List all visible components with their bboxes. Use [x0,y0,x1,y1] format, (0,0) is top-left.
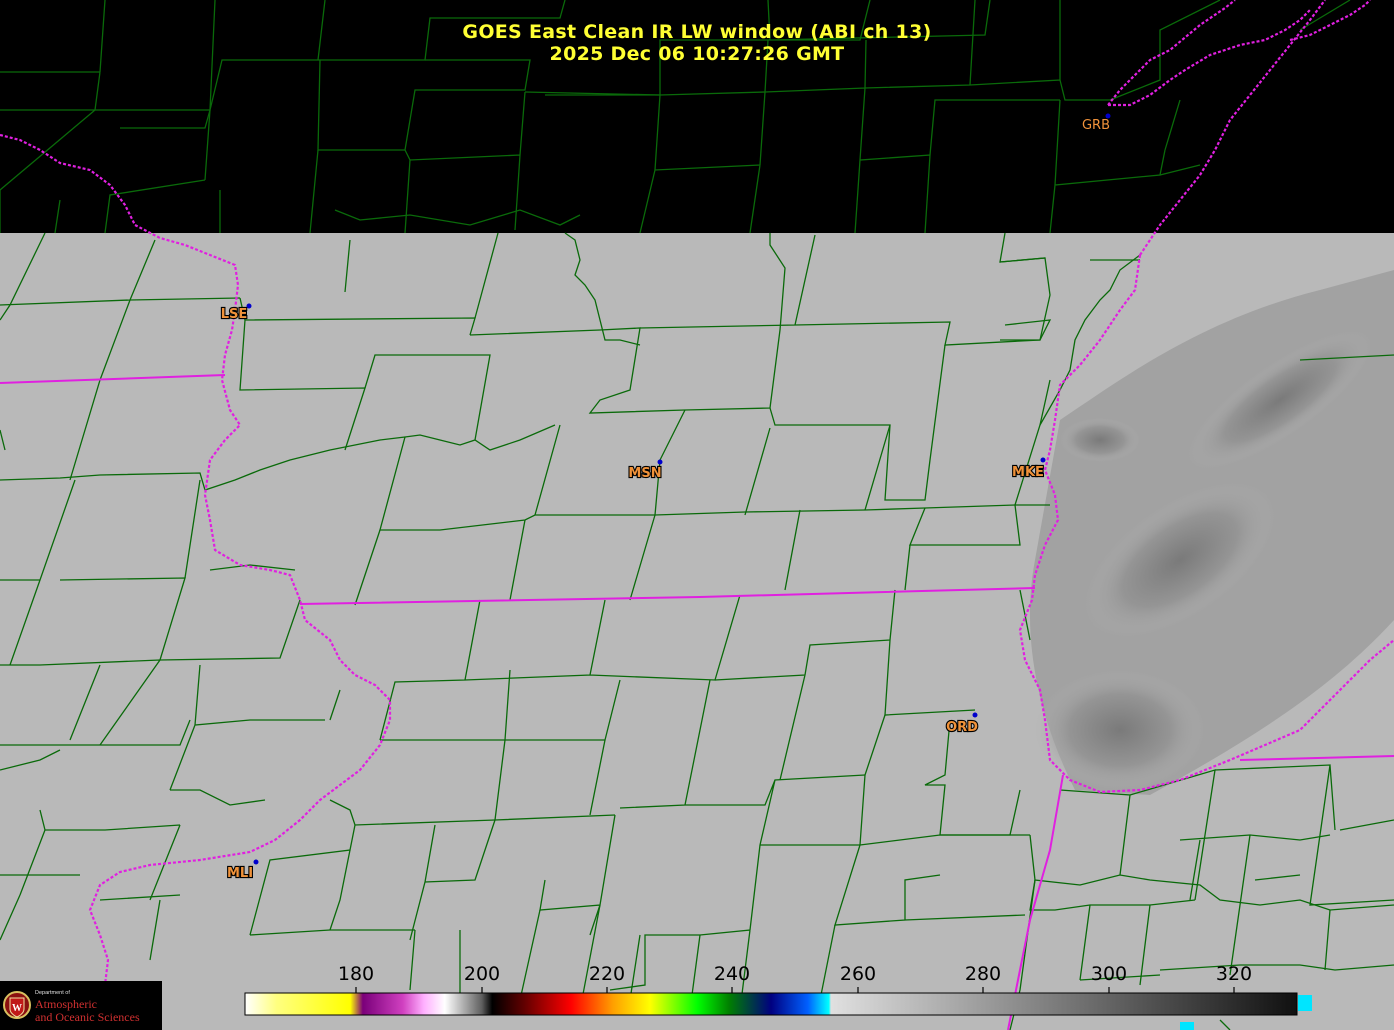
colorbar-gradient [244,992,1298,1016]
satellite-map: 180 200 220 240 260 280 300 320 GRB LSE MSN MKE ORD… [0,0,1394,1030]
colorbar-tick-label: 320 [1216,963,1252,985]
colorbar-tick-label: 240 [714,963,750,985]
cyan-pixel-patch [1298,995,1312,1011]
university-logo: W Department of Atmospheric and Oceanic … [0,981,162,1030]
station-dot-msn [657,459,663,465]
image-title: GOES East Clean IR LW window (ABI ch 13) [462,21,932,43]
logo-name-line2: and Oceanic Sciences [35,1010,140,1024]
colorbar-tick-label: 200 [464,963,500,985]
colorbar-tick-label: 220 [589,963,625,985]
station-label-mke: MKE [1012,465,1044,480]
station-dot-mke [1040,457,1046,463]
colorbar-tick-label: 300 [1091,963,1127,985]
image-timestamp: 2025 Dec 06 10:27:26 GMT [549,43,845,65]
satellite-image-viewer: 180 200 220 240 260 280 300 320 GRB LSE MSN MKE ORD… [0,0,1394,1030]
uw-shield-icon: W [3,991,31,1019]
station-label-mli: MLI [227,866,253,881]
colorbar-tick-label: 260 [840,963,876,985]
cyan-pixel-patch [1180,1022,1194,1030]
logo-department-text: Department of [35,990,70,996]
station-label-ord: ORD [946,720,978,735]
station-label-msn: MSN [628,466,661,481]
svg-text:W: W [12,1003,22,1014]
colorbar-tick-label: 280 [965,963,1001,985]
station-label-grb: GRB [1082,118,1110,133]
station-label-lse: LSE [221,307,248,322]
colorbar-tick-label: 180 [338,963,374,985]
station-dot-ord [972,712,978,718]
station-dot-mli [253,859,259,865]
